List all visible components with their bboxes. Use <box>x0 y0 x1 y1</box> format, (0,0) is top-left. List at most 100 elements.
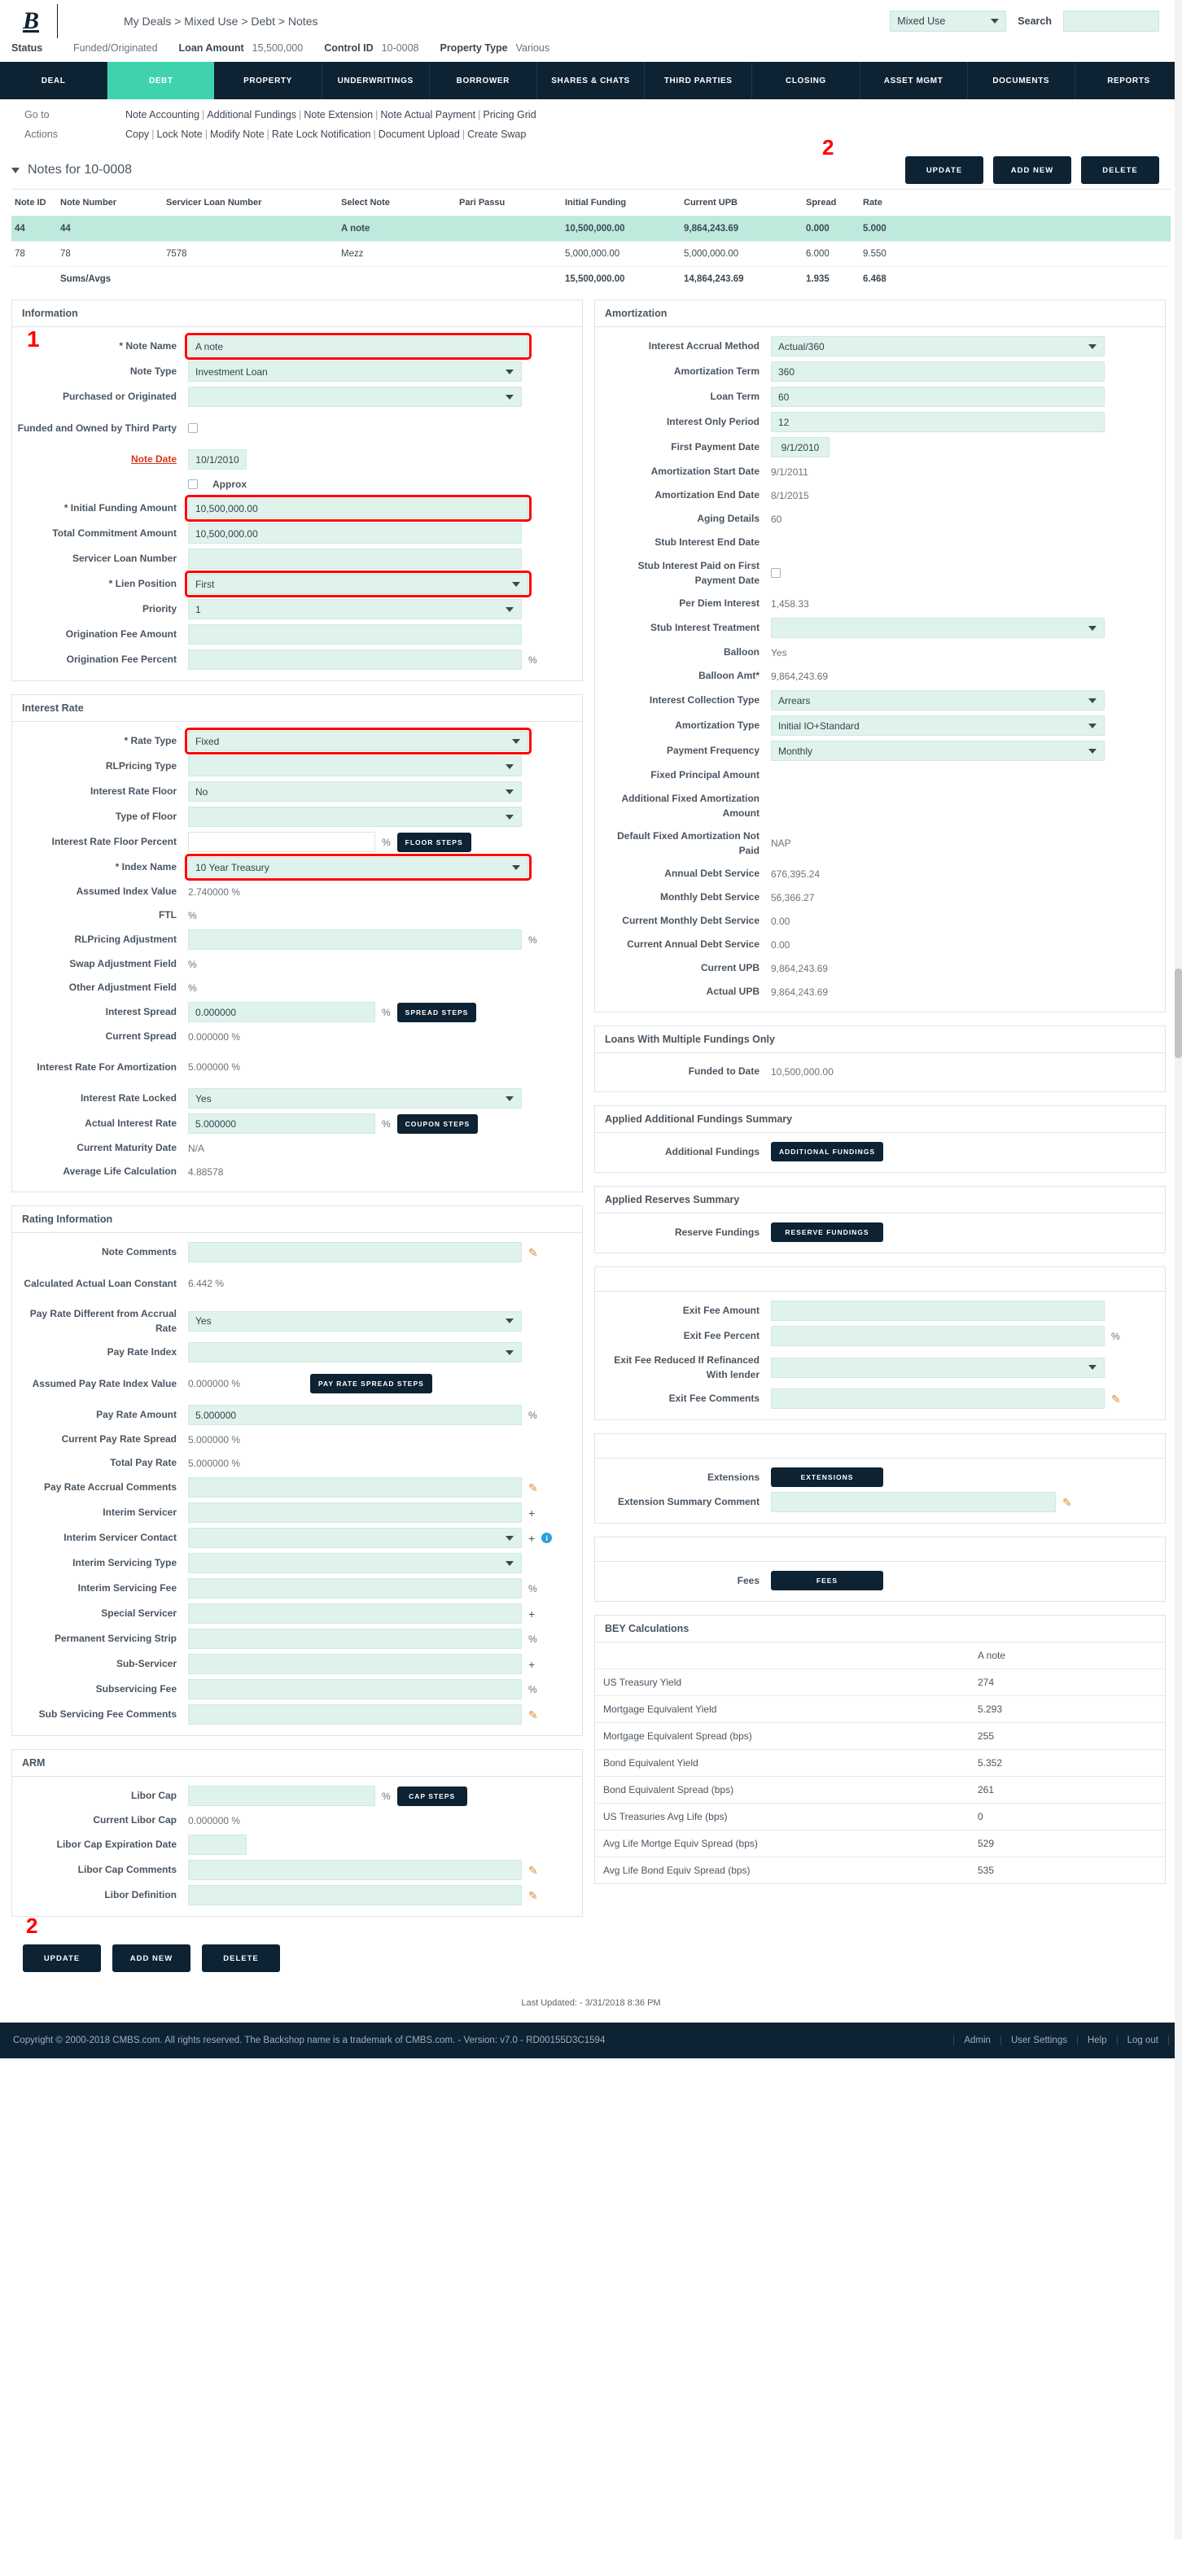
add-plus-icon[interactable]: + <box>528 1507 535 1520</box>
exit-fee-reduced-select[interactable] <box>771 1357 1105 1378</box>
extension-summary-comment-input[interactable] <box>771 1492 1056 1512</box>
initial-funding-amount-input[interactable]: 10,500,000.00 <box>185 495 532 522</box>
add-new-button-bottom[interactable]: ADD NEW <box>112 1944 190 1972</box>
update-button-bottom[interactable]: UPDATE <box>23 1944 101 1972</box>
footer-link-logout[interactable]: Log out <box>1118 2036 1169 2045</box>
footer-link-help[interactable]: Help <box>1078 2036 1118 2045</box>
action-link-create-swap[interactable]: Create Swap <box>467 129 526 140</box>
page-scrollbar-track[interactable] <box>1175 0 1182 2539</box>
tab-closing[interactable]: CLOSING <box>752 62 860 99</box>
brand-logo[interactable]: B <box>11 9 39 33</box>
goto-link-note-actual-payment[interactable]: Note Actual Payment <box>380 109 475 120</box>
pay-rate-accrual-comments-input[interactable] <box>188 1477 522 1498</box>
add-plus-icon[interactable]: + <box>528 1658 535 1671</box>
info-icon[interactable]: i <box>541 1533 553 1543</box>
exit-fee-percent-input[interactable] <box>771 1326 1105 1346</box>
libor-cap-comments-input[interactable] <box>188 1860 522 1880</box>
note-date-link[interactable]: Note Date <box>131 453 177 465</box>
sub-servicing-fee-comments-input[interactable] <box>188 1704 522 1725</box>
interest-collection-type-select[interactable]: Arrears <box>771 690 1105 711</box>
note-date-input[interactable]: 10/1/2010 <box>188 449 247 470</box>
footer-link-user-settings[interactable]: User Settings <box>1001 2036 1078 2045</box>
interim-servicer-input[interactable] <box>188 1502 522 1523</box>
fees-button[interactable]: FEES <box>771 1571 883 1590</box>
edit-pencil-icon[interactable]: ✎ <box>528 1865 538 1876</box>
extensions-button[interactable]: EXTENSIONS <box>771 1467 883 1487</box>
goto-link-note-accounting[interactable]: Note Accounting <box>125 109 199 120</box>
purchased-or-originated-select[interactable] <box>188 387 522 407</box>
libor-cap-expiration-date-input[interactable] <box>188 1835 247 1855</box>
exit-fee-comments-input[interactable] <box>771 1389 1105 1409</box>
interest-only-period-input[interactable]: 12 <box>771 412 1105 432</box>
rlpricing-adjustment-input[interactable] <box>188 929 522 950</box>
note-name-input[interactable]: A note <box>185 333 532 360</box>
pay-rate-index-select[interactable] <box>188 1342 522 1362</box>
type-of-floor-select[interactable] <box>188 807 522 827</box>
edit-pencil-icon[interactable]: ✎ <box>1062 1497 1072 1508</box>
exit-fee-amount-input[interactable] <box>771 1301 1105 1321</box>
add-new-button-top[interactable]: ADD NEW <box>993 156 1071 184</box>
libor-cap-input[interactable] <box>188 1786 375 1806</box>
table-row[interactable]: 78 78 7578 Mezz 5,000,000.00 5,000,000.0… <box>11 241 1171 267</box>
servicer-loan-number-input[interactable] <box>188 549 522 569</box>
tab-borrower[interactable]: BORROWER <box>430 62 537 99</box>
approx-checkbox[interactable] <box>188 479 198 489</box>
interest-rate-floor-percent-input[interactable] <box>188 832 375 852</box>
collapse-triangle-icon[interactable] <box>11 167 20 173</box>
additional-fundings-button[interactable]: ADDITIONAL FUNDINGS <box>771 1142 884 1161</box>
reserve-fundings-button[interactable]: RESERVE FUNDINGS <box>771 1222 883 1242</box>
tab-debt[interactable]: DEBT <box>107 62 215 99</box>
stub-interest-paid-first-checkbox[interactable] <box>771 568 781 578</box>
delete-button-top[interactable]: DELETE <box>1081 156 1159 184</box>
permanent-servicing-strip-input[interactable] <box>188 1629 522 1649</box>
update-button-top[interactable]: UPDATE <box>905 156 983 184</box>
cap-steps-button[interactable]: CAP STEPS <box>396 1786 467 1806</box>
search-input[interactable] <box>1063 11 1159 32</box>
pay-rate-spread-steps-button[interactable]: PAY RATE SPREAD STEPS <box>310 1374 432 1393</box>
subservicing-fee-input[interactable] <box>188 1679 522 1699</box>
tab-asset-mgmt[interactable]: ASSET MGMT <box>860 62 968 99</box>
rate-type-select[interactable]: Fixed <box>185 728 532 754</box>
tab-shares-chats[interactable]: SHARES & CHATS <box>537 62 646 99</box>
edit-pencil-icon[interactable]: ✎ <box>528 1890 538 1901</box>
note-comments-input[interactable] <box>188 1242 522 1262</box>
action-link-rate-lock-notification[interactable]: Rate Lock Notification <box>272 129 371 140</box>
action-link-lock-note[interactable]: Lock Note <box>156 129 202 140</box>
tab-reports[interactable]: REPORTS <box>1075 62 1182 99</box>
tab-documents[interactable]: DOCUMENTS <box>968 62 1075 99</box>
loan-term-input[interactable]: 60 <box>771 387 1105 407</box>
spread-steps-button[interactable]: SPREAD STEPS <box>396 1002 477 1022</box>
sub-servicer-input[interactable] <box>188 1654 522 1674</box>
add-plus-icon[interactable]: + <box>528 1607 535 1620</box>
interim-servicing-type-select[interactable] <box>188 1553 522 1573</box>
action-link-modify-note[interactable]: Modify Note <box>210 129 265 140</box>
amortization-type-select[interactable]: Initial IO+Standard <box>771 715 1105 736</box>
tab-underwritings[interactable]: UNDERWRITINGS <box>322 62 430 99</box>
breadcrumb[interactable]: My Deals > Mixed Use > Debt > Notes <box>103 15 318 28</box>
interest-rate-floor-select[interactable]: No <box>188 781 522 802</box>
tab-deal[interactable]: DEAL <box>0 62 108 99</box>
edit-pencil-icon[interactable]: ✎ <box>528 1482 538 1494</box>
edit-pencil-icon[interactable]: ✎ <box>528 1709 538 1721</box>
add-plus-icon[interactable]: + <box>528 1532 535 1545</box>
delete-button-bottom[interactable]: DELETE <box>202 1944 280 1972</box>
interest-spread-input[interactable]: 0.000000 <box>188 1002 375 1022</box>
tab-property[interactable]: PROPERTY <box>214 62 322 99</box>
goto-link-note-extension[interactable]: Note Extension <box>304 109 373 120</box>
index-name-select[interactable]: 10 Year Treasury <box>185 854 532 881</box>
edit-pencil-icon[interactable]: ✎ <box>528 1247 538 1258</box>
priority-select[interactable]: 1 <box>188 599 522 619</box>
interim-servicer-contact-select[interactable] <box>188 1528 522 1548</box>
funded-owned-third-party-checkbox[interactable] <box>188 423 198 433</box>
action-link-copy[interactable]: Copy <box>125 129 149 140</box>
actual-interest-rate-input[interactable]: 5.000000 <box>188 1113 375 1134</box>
footer-link-admin[interactable]: Admin <box>953 2036 1001 2045</box>
table-row[interactable]: 44 44 A note 10,500,000.00 9,864,243.69 … <box>11 216 1171 242</box>
rlpricing-type-select[interactable] <box>188 756 522 776</box>
coupon-steps-button[interactable]: COUPON STEPS <box>396 1113 479 1134</box>
page-scrollbar-thumb[interactable] <box>1175 969 1182 1058</box>
edit-pencil-icon[interactable]: ✎ <box>1111 1393 1121 1405</box>
origination-fee-percent-input[interactable] <box>188 649 522 670</box>
deal-select[interactable]: Mixed Use <box>890 11 1007 32</box>
pay-rate-different-select[interactable]: Yes <box>188 1310 522 1332</box>
